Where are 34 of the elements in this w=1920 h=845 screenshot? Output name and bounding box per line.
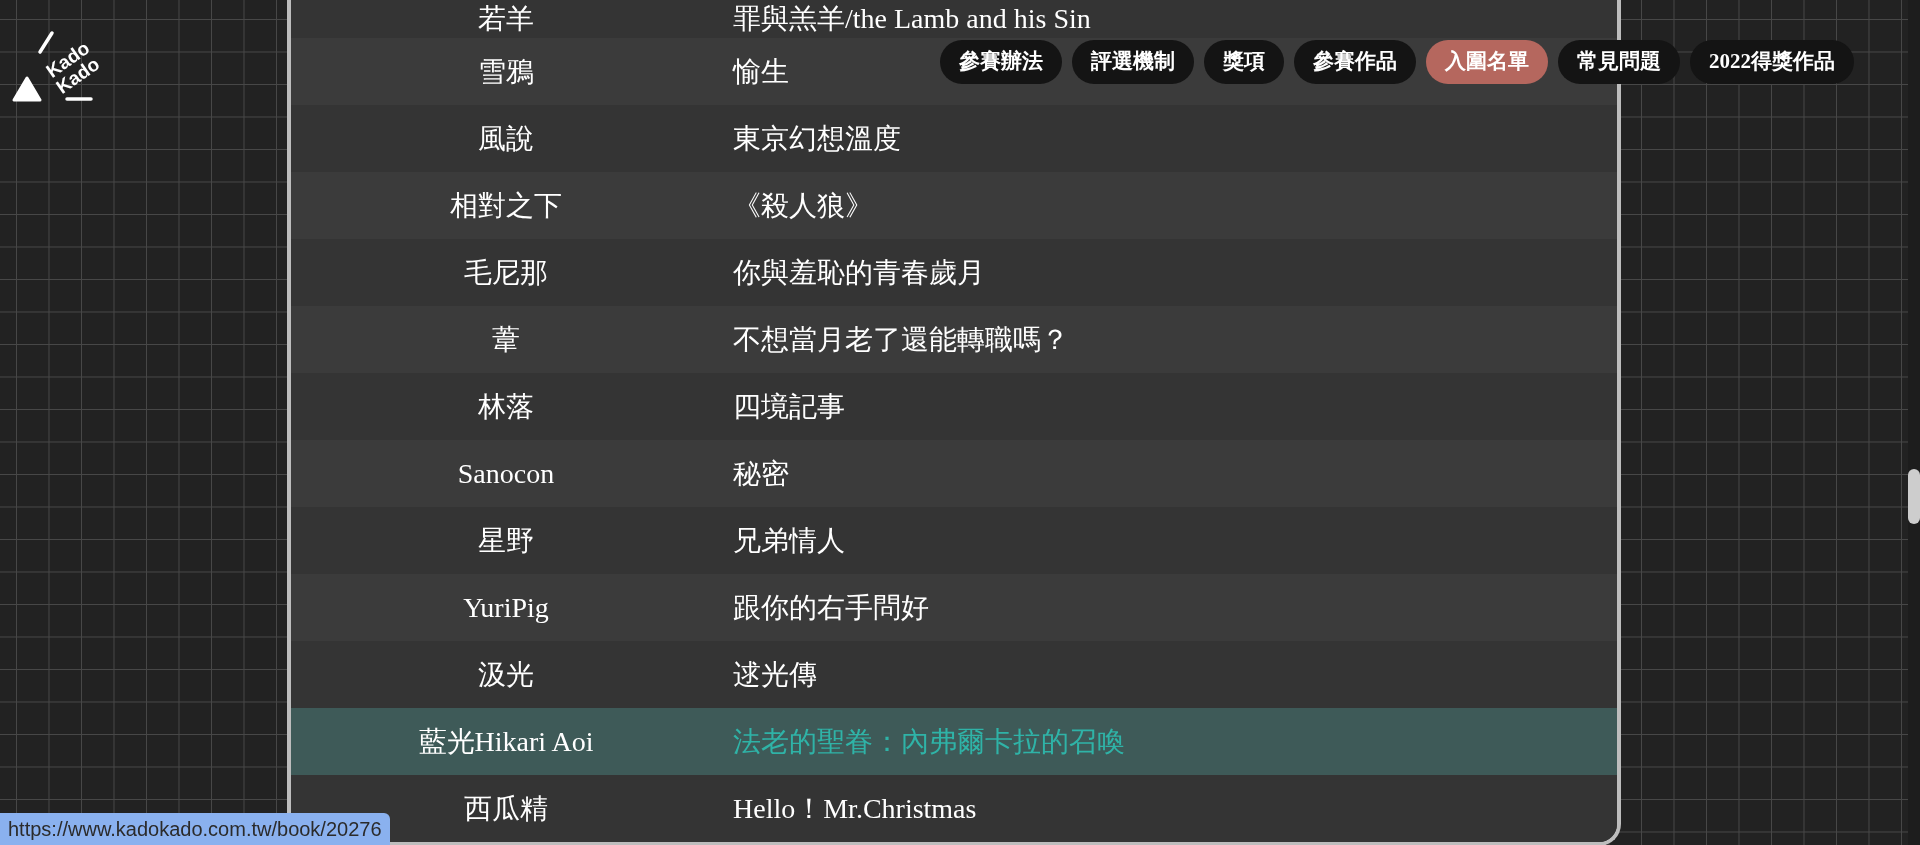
nav-button[interactable]: 評選機制 bbox=[1072, 40, 1194, 84]
book-title-link[interactable]: 你與羞恥的青春歲月 bbox=[733, 256, 985, 289]
author-name: 星野 bbox=[478, 524, 534, 557]
nav-button[interactable]: 參賽作品 bbox=[1294, 40, 1416, 84]
book-title-link[interactable]: 不想當月老了還能轉職嗎？ bbox=[733, 323, 1069, 356]
author-name: 若羊 bbox=[478, 3, 534, 35]
book-title-link[interactable]: 兄弟情人 bbox=[733, 524, 845, 557]
author-name: YuriPig bbox=[463, 591, 549, 624]
book-title-link[interactable]: 逑光傳 bbox=[733, 658, 817, 691]
nav-button[interactable]: 獎項 bbox=[1204, 40, 1284, 84]
author-name: 相對之下 bbox=[450, 189, 562, 222]
author-name: 藍光Hikari Aoi bbox=[418, 725, 594, 758]
author-name: 雪鴉 bbox=[478, 55, 534, 88]
book-title-link[interactable]: 東京幻想溫度 bbox=[733, 122, 901, 155]
status-bar-url: https://www.kadokado.com.tw/book/20276 bbox=[0, 813, 390, 845]
nav-button[interactable]: 參賽辦法 bbox=[940, 40, 1062, 84]
author-name: 葦 bbox=[492, 323, 520, 356]
book-title-link[interactable]: 四境記事 bbox=[733, 390, 845, 423]
book-title-link[interactable]: 罪與羔羊/the Lamb and his Sin bbox=[733, 3, 1091, 35]
author-name: 西瓜精 bbox=[464, 792, 548, 825]
scrollbar-thumb[interactable] bbox=[1908, 469, 1920, 524]
author-name: 汲光 bbox=[478, 658, 534, 691]
book-title-link[interactable]: 秘密 bbox=[733, 457, 789, 490]
author-name: 林落 bbox=[478, 390, 534, 423]
nav-button[interactable]: 2022得獎作品 bbox=[1690, 40, 1854, 84]
author-name: 毛尼那 bbox=[464, 256, 548, 289]
book-title-link[interactable]: Hello！Mr.Christmas bbox=[733, 792, 977, 825]
nav-button[interactable]: 常見問題 bbox=[1558, 40, 1680, 84]
book-title-link[interactable]: 跟你的右手問好 bbox=[733, 591, 929, 624]
nav-button[interactable]: 入圍名單 bbox=[1426, 40, 1548, 84]
author-name: Sanocon bbox=[457, 457, 555, 490]
book-title-link[interactable]: 《殺人狼》 bbox=[733, 189, 873, 222]
author-name: 風說 bbox=[478, 122, 534, 155]
book-title-link[interactable]: 愉生 bbox=[733, 55, 789, 88]
